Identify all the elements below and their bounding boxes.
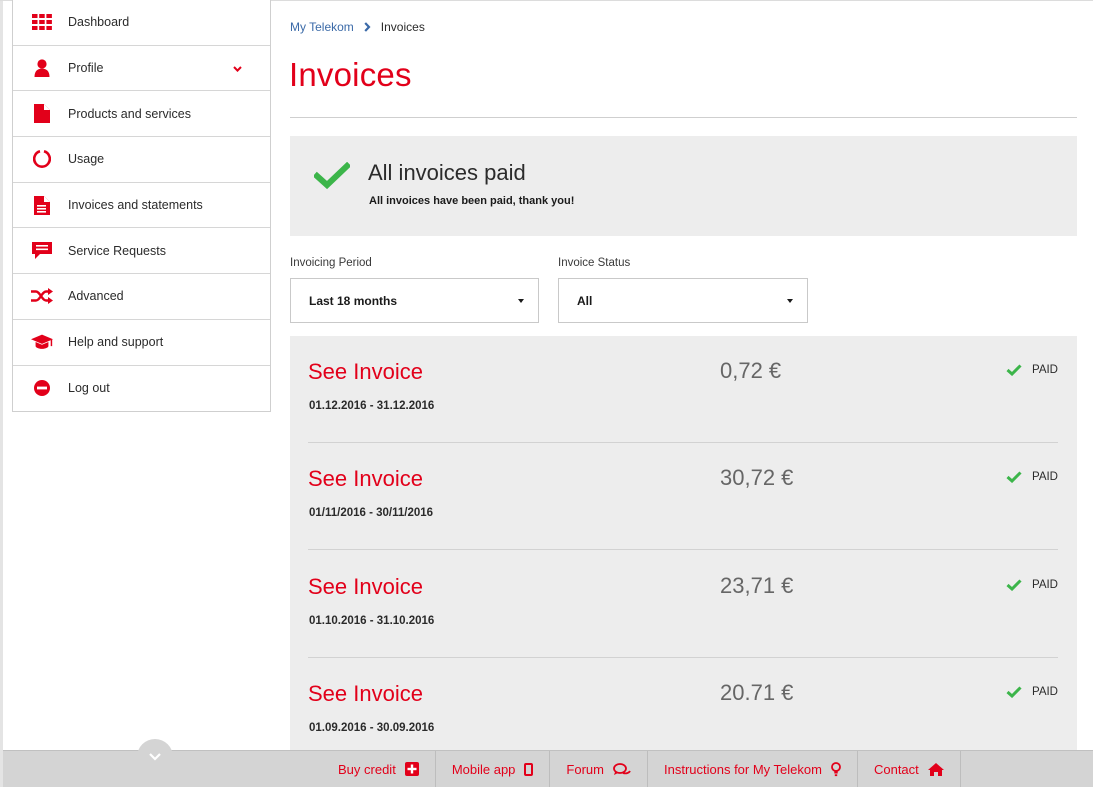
- breadcrumb-home-link[interactable]: My Telekom: [290, 20, 354, 34]
- phone-icon: [524, 762, 534, 776]
- paid-status-badge: PAID: [1006, 364, 1058, 376]
- sidebar-item-label: Help and support: [68, 335, 164, 350]
- paid-status-badge: PAID: [1006, 579, 1058, 591]
- sidebar-item-label: Dashboard: [68, 15, 130, 30]
- paid-status-text: PAID: [1032, 579, 1058, 591]
- chevron-down-icon: [149, 748, 161, 766]
- status-heading: All invoices paid: [368, 160, 526, 185]
- paid-status-badge: PAID: [1006, 471, 1058, 483]
- sidebar-item-profile[interactable]: Profile: [13, 46, 270, 92]
- paid-status-text: PAID: [1032, 686, 1058, 698]
- invoice-period: 01.09.2016 - 30.09.2016: [309, 722, 435, 734]
- invoice-document-icon: [31, 194, 53, 216]
- footer-link-label: Contact: [873, 761, 919, 777]
- window-left-border: [0, 0, 3, 787]
- contact-link[interactable]: Contact: [856, 751, 960, 787]
- grid-icon: [31, 11, 53, 33]
- see-invoice-link[interactable]: See Invoice: [308, 466, 423, 492]
- checkmark-icon: [312, 161, 352, 195]
- invoice-row: See Invoice 01/11/2016 - 30/11/2016 30,7…: [308, 443, 1058, 550]
- document-icon: [31, 103, 53, 125]
- sidebar-item-usage[interactable]: Usage: [13, 137, 270, 183]
- invoice-status-select[interactable]: All: [558, 278, 808, 323]
- scroll-toggle-button[interactable]: [137, 739, 173, 775]
- minus-circle-icon: [31, 377, 53, 399]
- footer-bar: Buy credit Mobile app Forum Instructions…: [3, 739, 1093, 787]
- invoice-status-value: All: [577, 293, 593, 308]
- invoice-amount: 23,71 €: [720, 573, 794, 598]
- invoice-period: 01.10.2016 - 31.10.2016: [309, 615, 435, 627]
- paid-status-badge: PAID: [1006, 686, 1058, 698]
- sidebar-item-label: Products and services: [68, 106, 191, 121]
- user-icon: [31, 57, 53, 79]
- mobile-app-link[interactable]: Mobile app: [434, 751, 550, 787]
- invoice-row: See Invoice 01.09.2016 - 30.09.2016 20.7…: [308, 658, 1058, 765]
- footer-divider: [959, 751, 961, 787]
- sidebar-item-label: Log out: [68, 381, 110, 396]
- chevron-down-icon[interactable]: [233, 59, 242, 77]
- sidebar-item-label: Service Requests: [68, 243, 166, 258]
- checkmark-icon: [1006, 579, 1022, 591]
- usage-ring-icon: [31, 148, 53, 170]
- sidebar-item-invoices[interactable]: Invoices and statements: [13, 183, 270, 229]
- sidebar-item-label: Profile: [68, 61, 104, 76]
- breadcrumb: My Telekom Invoices: [290, 20, 425, 34]
- invoicing-period-label: Invoicing Period: [290, 257, 372, 269]
- see-invoice-link[interactable]: See Invoice: [308, 359, 423, 385]
- sidebar-item-logout[interactable]: Log out: [13, 366, 270, 412]
- invoice-amount: 20.71 €: [720, 680, 794, 705]
- buy-credit-link[interactable]: Buy credit: [322, 751, 435, 787]
- sidebar-nav: Dashboard Profile Products and services: [12, 0, 271, 412]
- invoice-row: See Invoice 01.12.2016 - 31.12.2016 0,72…: [308, 336, 1058, 443]
- invoice-list: See Invoice 01.12.2016 - 31.12.2016 0,72…: [290, 336, 1077, 750]
- lightbulb-icon: [831, 761, 841, 777]
- paid-status-text: PAID: [1032, 364, 1058, 376]
- invoice-amount: 0,72 €: [720, 358, 782, 383]
- sidebar-item-products[interactable]: Products and services: [13, 91, 270, 138]
- footer-links: Buy credit Mobile app Forum Instructions…: [322, 751, 961, 787]
- invoicing-period-value: Last 18 months: [309, 293, 398, 308]
- sidebar-item-label: Invoices and statements: [68, 198, 203, 213]
- dropdown-arrow-icon: [518, 298, 524, 303]
- chat-bubble-icon: [31, 240, 53, 262]
- dropdown-arrow-icon: [787, 298, 793, 303]
- sidebar-item-advanced[interactable]: Advanced: [13, 274, 270, 320]
- status-message: All invoices have been paid, thank you!: [369, 195, 575, 207]
- paid-status-text: PAID: [1032, 471, 1058, 483]
- sidebar-item-label: Advanced: [68, 289, 124, 304]
- status-panel: All invoices paid All invoices have been…: [290, 136, 1077, 236]
- footer-link-label: Instructions for My Telekom: [663, 761, 822, 777]
- sidebar-item-service-requests[interactable]: Service Requests: [13, 228, 270, 275]
- checkmark-icon: [1006, 686, 1022, 698]
- sidebar-item-help[interactable]: Help and support: [13, 320, 270, 366]
- chat-icon: [613, 762, 631, 776]
- page-title: Invoices: [289, 56, 412, 93]
- footer-link-label: Forum: [566, 761, 604, 777]
- sidebar-item-label: Usage: [68, 152, 105, 167]
- title-divider: [290, 117, 1077, 118]
- invoicing-period-select[interactable]: Last 18 months: [290, 278, 539, 323]
- graduation-cap-icon: [31, 331, 53, 353]
- invoice-period: 01/11/2016 - 30/11/2016: [309, 507, 434, 519]
- sidebar-item-dashboard[interactable]: Dashboard: [13, 0, 270, 46]
- invoice-period: 01.12.2016 - 31.12.2016: [309, 400, 435, 412]
- instructions-link[interactable]: Instructions for My Telekom: [646, 751, 857, 787]
- home-icon: [927, 762, 944, 776]
- shuffle-icon: [31, 285, 53, 307]
- invoice-row: See Invoice 01.10.2016 - 31.10.2016 23,7…: [308, 551, 1058, 658]
- see-invoice-link[interactable]: See Invoice: [308, 574, 423, 600]
- checkmark-icon: [1006, 471, 1022, 483]
- forum-link[interactable]: Forum: [549, 751, 647, 787]
- invoice-status-label: Invoice Status: [558, 257, 631, 269]
- breadcrumb-current: Invoices: [380, 20, 425, 34]
- footer-link-label: Mobile app: [451, 761, 516, 777]
- see-invoice-link[interactable]: See Invoice: [308, 681, 423, 707]
- chevron-right-icon: [364, 22, 371, 32]
- plus-box-icon: [404, 762, 419, 776]
- footer-link-label: Buy credit: [338, 761, 396, 777]
- invoice-amount: 30,72 €: [720, 465, 794, 490]
- checkmark-icon: [1006, 364, 1022, 376]
